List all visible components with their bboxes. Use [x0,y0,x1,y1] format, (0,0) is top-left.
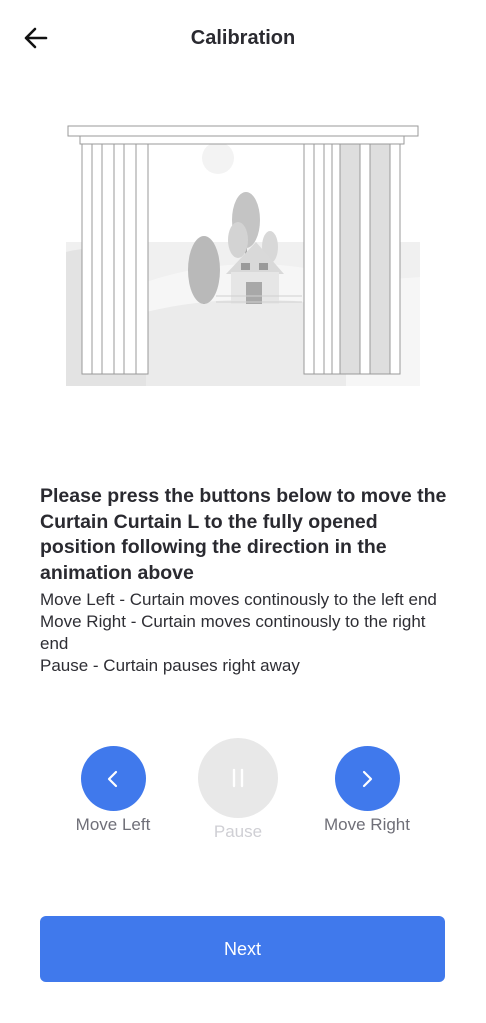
pause-icon [232,768,244,788]
chevron-right-icon [362,770,373,787]
pause-control: Pause [188,738,288,842]
instruction-line-pause: Pause - Curtain pauses right away [40,656,300,675]
move-right-button[interactable] [334,746,400,811]
chevron-left-icon [107,770,118,787]
curtain-illustration [66,122,420,386]
instruction-line-move-right: Move Right - Curtain moves continously t… [40,612,426,653]
curtain-window-scene-icon [66,125,420,386]
move-left-control: Move Left [58,746,168,835]
instructions-block: Please press the buttons below to move t… [40,484,450,677]
instructions-headline: Please press the buttons below to move t… [40,485,447,584]
header-bar: Calibration [0,0,486,76]
next-button[interactable]: Next [40,916,445,982]
page-title: Calibration [190,27,296,49]
move-right-label: Move Right [324,815,410,834]
move-left-label: Move Left [75,815,151,834]
instruction-line-move-left: Move Left - Curtain moves continously to… [40,590,437,609]
pause-button[interactable] [198,738,278,818]
move-left-button[interactable] [80,746,146,811]
pause-label: Pause [213,822,263,841]
move-right-control: Move Right [312,746,422,835]
